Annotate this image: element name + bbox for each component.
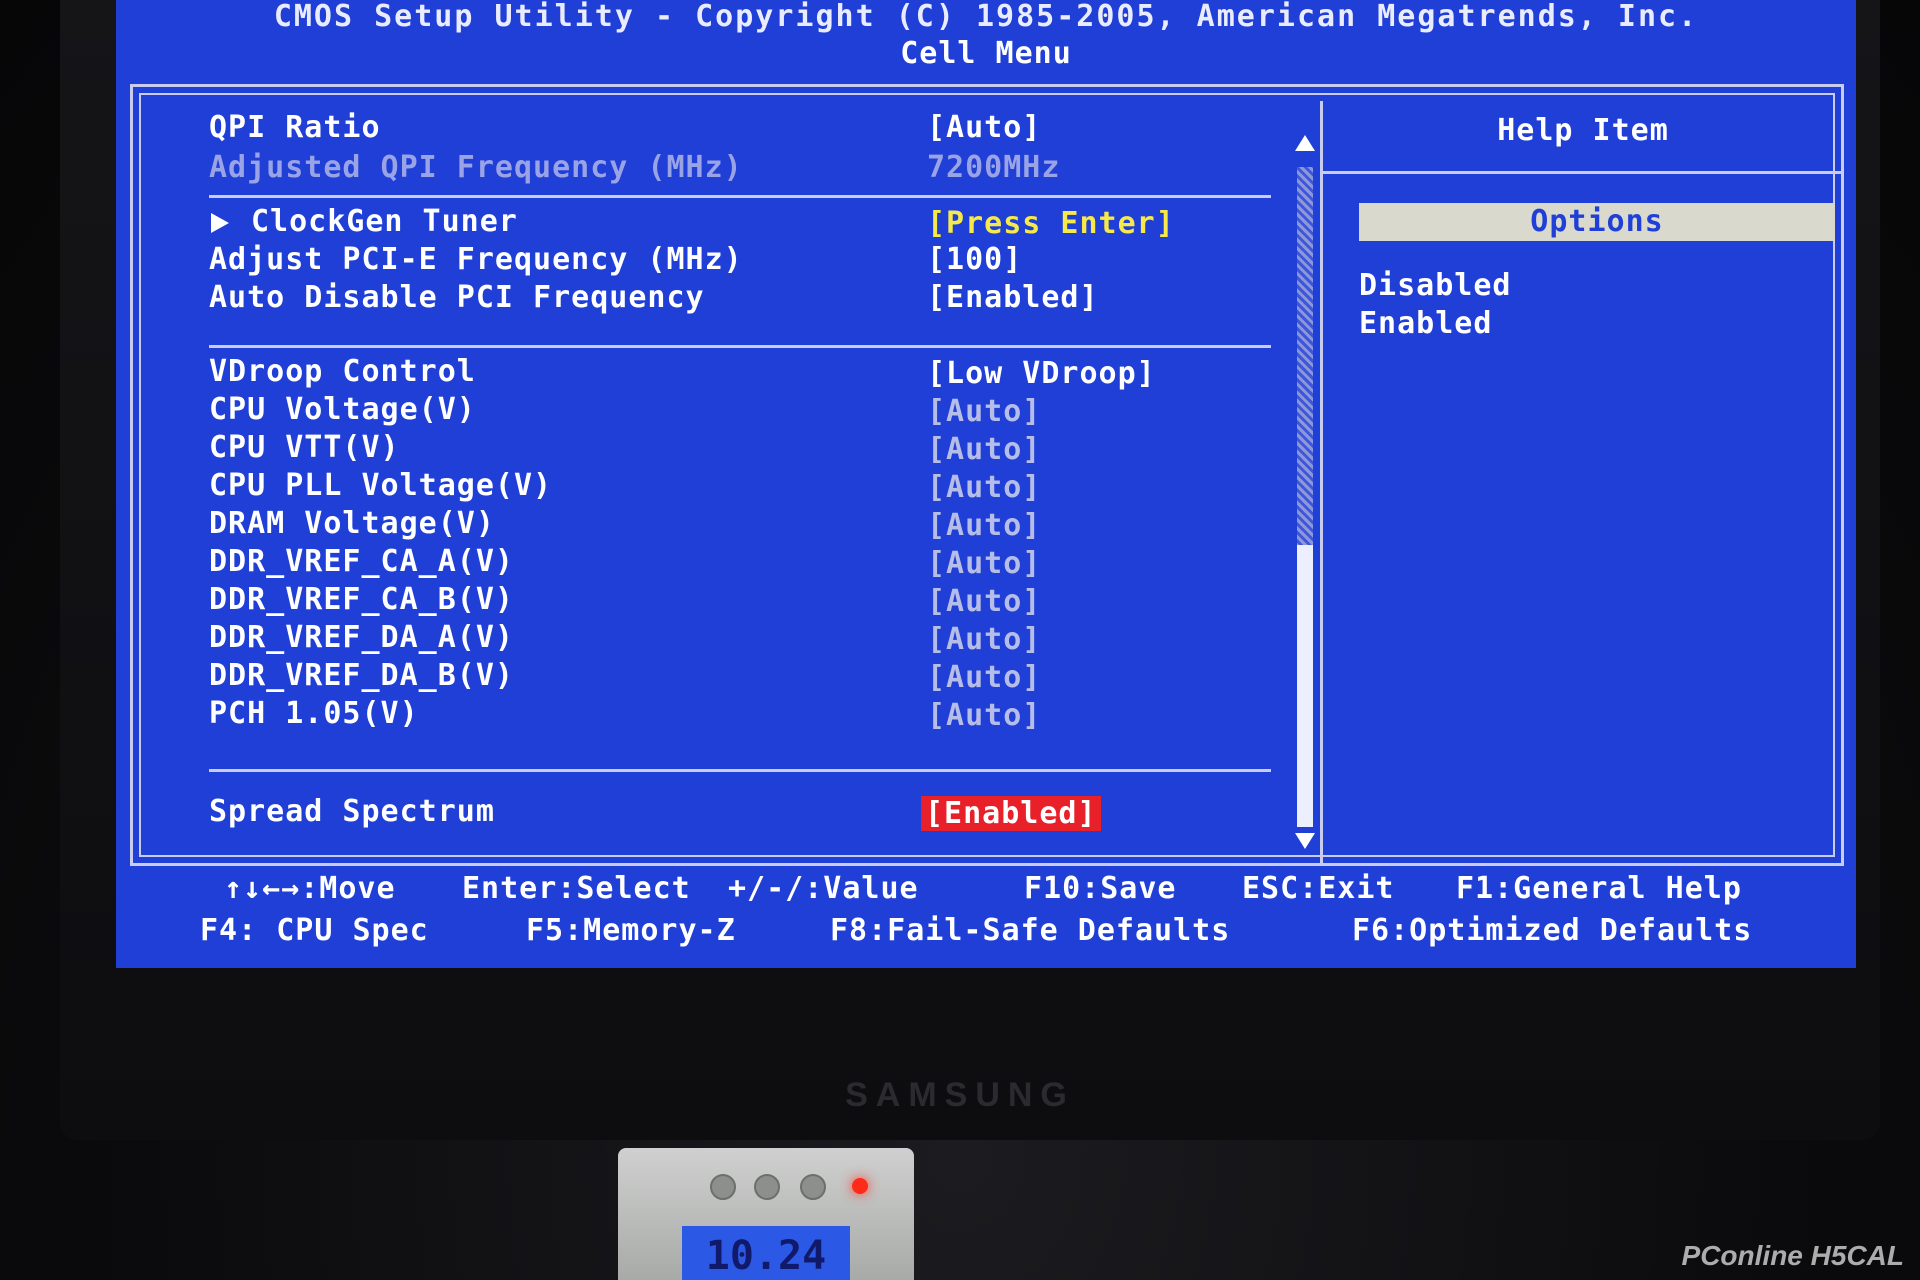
setting-label-ddr-vref-da-b[interactable]: DDR_VREF_DA_B(V) xyxy=(209,657,514,695)
watermark-logo: PConline H5CAL xyxy=(1681,1240,1904,1271)
setting-label-spread-spectrum[interactable]: Spread Spectrum xyxy=(209,793,495,831)
key-failsafe-defaults: F8:Fail-Safe Defaults xyxy=(830,913,1231,948)
scrollbar-thumb[interactable] xyxy=(1297,545,1313,827)
scroll-down-arrow-icon[interactable] xyxy=(1295,833,1315,849)
meter-display: 10.24 xyxy=(682,1226,850,1280)
setting-value-auto-disable-pci-frequency[interactable]: [Enabled] xyxy=(927,279,1099,317)
help-option-disabled: Disabled xyxy=(1359,268,1512,303)
setting-value-cpu-pll-voltage[interactable]: [Auto] xyxy=(927,469,1041,507)
meter-button-icon xyxy=(754,1174,780,1200)
bios-title: CMOS Setup Utility - Copyright (C) 1985-… xyxy=(273,0,1699,34)
key-select: Enter:Select xyxy=(462,871,691,906)
key-exit: ESC:Exit xyxy=(1242,871,1395,906)
help-panel-separator xyxy=(1323,171,1843,174)
section-divider xyxy=(209,195,1271,198)
key-memory-z: F5:Memory-Z xyxy=(526,913,736,948)
key-value: +/-/:Value xyxy=(728,871,919,906)
power-meter-device: 10.24 xyxy=(618,1148,914,1280)
setting-label-cpu-pll-voltage[interactable]: CPU PLL Voltage(V) xyxy=(209,467,552,505)
scroll-up-arrow-icon[interactable] xyxy=(1295,135,1315,151)
key-cpu-spec: F4: CPU Spec xyxy=(200,913,429,948)
key-save: F10:Save xyxy=(1024,871,1177,906)
setting-value-adjusted-qpi-frequency: 7200MHz xyxy=(927,150,1061,185)
monitor-brand-label: SAMSUNG xyxy=(845,1076,1075,1114)
setting-label-qpi-ratio[interactable]: QPI Ratio xyxy=(209,109,381,147)
setting-label-dram-voltage[interactable]: DRAM Voltage(V) xyxy=(209,505,495,543)
setting-label-ddr-vref-ca-a[interactable]: DDR_VREF_CA_A(V) xyxy=(209,543,514,581)
meter-led-icon xyxy=(852,1178,868,1194)
meter-button-icon xyxy=(800,1174,826,1200)
setting-label-ddr-vref-ca-b[interactable]: DDR_VREF_CA_B(V) xyxy=(209,581,514,619)
section-divider xyxy=(209,345,1271,348)
setting-value-pch-105[interactable]: [Auto] xyxy=(927,697,1041,735)
setting-value-ddr-vref-da-a[interactable]: [Auto] xyxy=(927,621,1041,659)
setting-label-cpu-voltage[interactable]: CPU Voltage(V) xyxy=(209,391,476,429)
setting-value-cpu-vtt[interactable]: [Auto] xyxy=(927,431,1041,469)
settings-frame-inner: QPI Ratio [Auto] Adjusted QPI Frequency … xyxy=(139,93,1843,865)
setting-value-spread-spectrum-wrapper[interactable]: [Enabled] xyxy=(921,795,1101,833)
bios-screen: CMOS Setup Utility - Copyright (C) 1985-… xyxy=(116,0,1856,968)
setting-value-dram-voltage[interactable]: [Auto] xyxy=(927,507,1041,545)
key-general-help: F1:General Help xyxy=(1456,871,1742,906)
help-options-header: Options xyxy=(1359,203,1835,241)
setting-value-spread-spectrum[interactable]: [Enabled] xyxy=(921,796,1101,831)
help-panel-title: Help Item xyxy=(1497,113,1669,148)
setting-value-clockgen-tuner[interactable]: [Press Enter] xyxy=(927,205,1175,243)
setting-value-qpi-ratio[interactable]: [Auto] xyxy=(927,109,1041,147)
key-move: ↑↓←→:Move xyxy=(224,871,396,906)
setting-label-clockgen-tuner[interactable]: ClockGen Tuner xyxy=(251,203,518,241)
setting-value-ddr-vref-da-b[interactable]: [Auto] xyxy=(927,659,1041,697)
section-divider xyxy=(209,769,1271,772)
photo-stage: SAMSUNG CMOS Setup Utility - Copyright (… xyxy=(0,0,1920,1280)
setting-label-vdroop-control[interactable]: VDroop Control xyxy=(209,353,476,391)
settings-frame: QPI Ratio [Auto] Adjusted QPI Frequency … xyxy=(130,84,1844,866)
setting-label-pch-105[interactable]: PCH 1.05(V) xyxy=(209,695,419,733)
setting-value-ddr-vref-ca-b[interactable]: [Auto] xyxy=(927,583,1041,621)
menu-title: Cell Menu xyxy=(900,36,1072,71)
setting-value-ddr-vref-ca-a[interactable]: [Auto] xyxy=(927,545,1041,583)
help-option-enabled: Enabled xyxy=(1359,306,1493,341)
setting-label-adjusted-qpi-frequency: Adjusted QPI Frequency (MHz) xyxy=(209,150,743,185)
setting-value-adjust-pcie-frequency[interactable]: [100] xyxy=(927,241,1022,279)
setting-value-cpu-voltage[interactable]: [Auto] xyxy=(927,393,1041,431)
help-panel-divider xyxy=(1320,101,1323,865)
setting-label-adjust-pcie-frequency[interactable]: Adjust PCI-E Frequency (MHz) xyxy=(209,241,743,279)
setting-label-cpu-vtt[interactable]: CPU VTT(V) xyxy=(209,429,400,467)
key-optimized-defaults: F6:Optimized Defaults xyxy=(1352,913,1753,948)
meter-button-icon xyxy=(710,1174,736,1200)
submenu-arrow-icon xyxy=(211,213,229,233)
setting-label-ddr-vref-da-a[interactable]: DDR_VREF_DA_A(V) xyxy=(209,619,514,657)
setting-value-vdroop-control[interactable]: [Low VDroop] xyxy=(927,355,1156,393)
setting-label-auto-disable-pci-frequency[interactable]: Auto Disable PCI Frequency xyxy=(209,279,705,317)
